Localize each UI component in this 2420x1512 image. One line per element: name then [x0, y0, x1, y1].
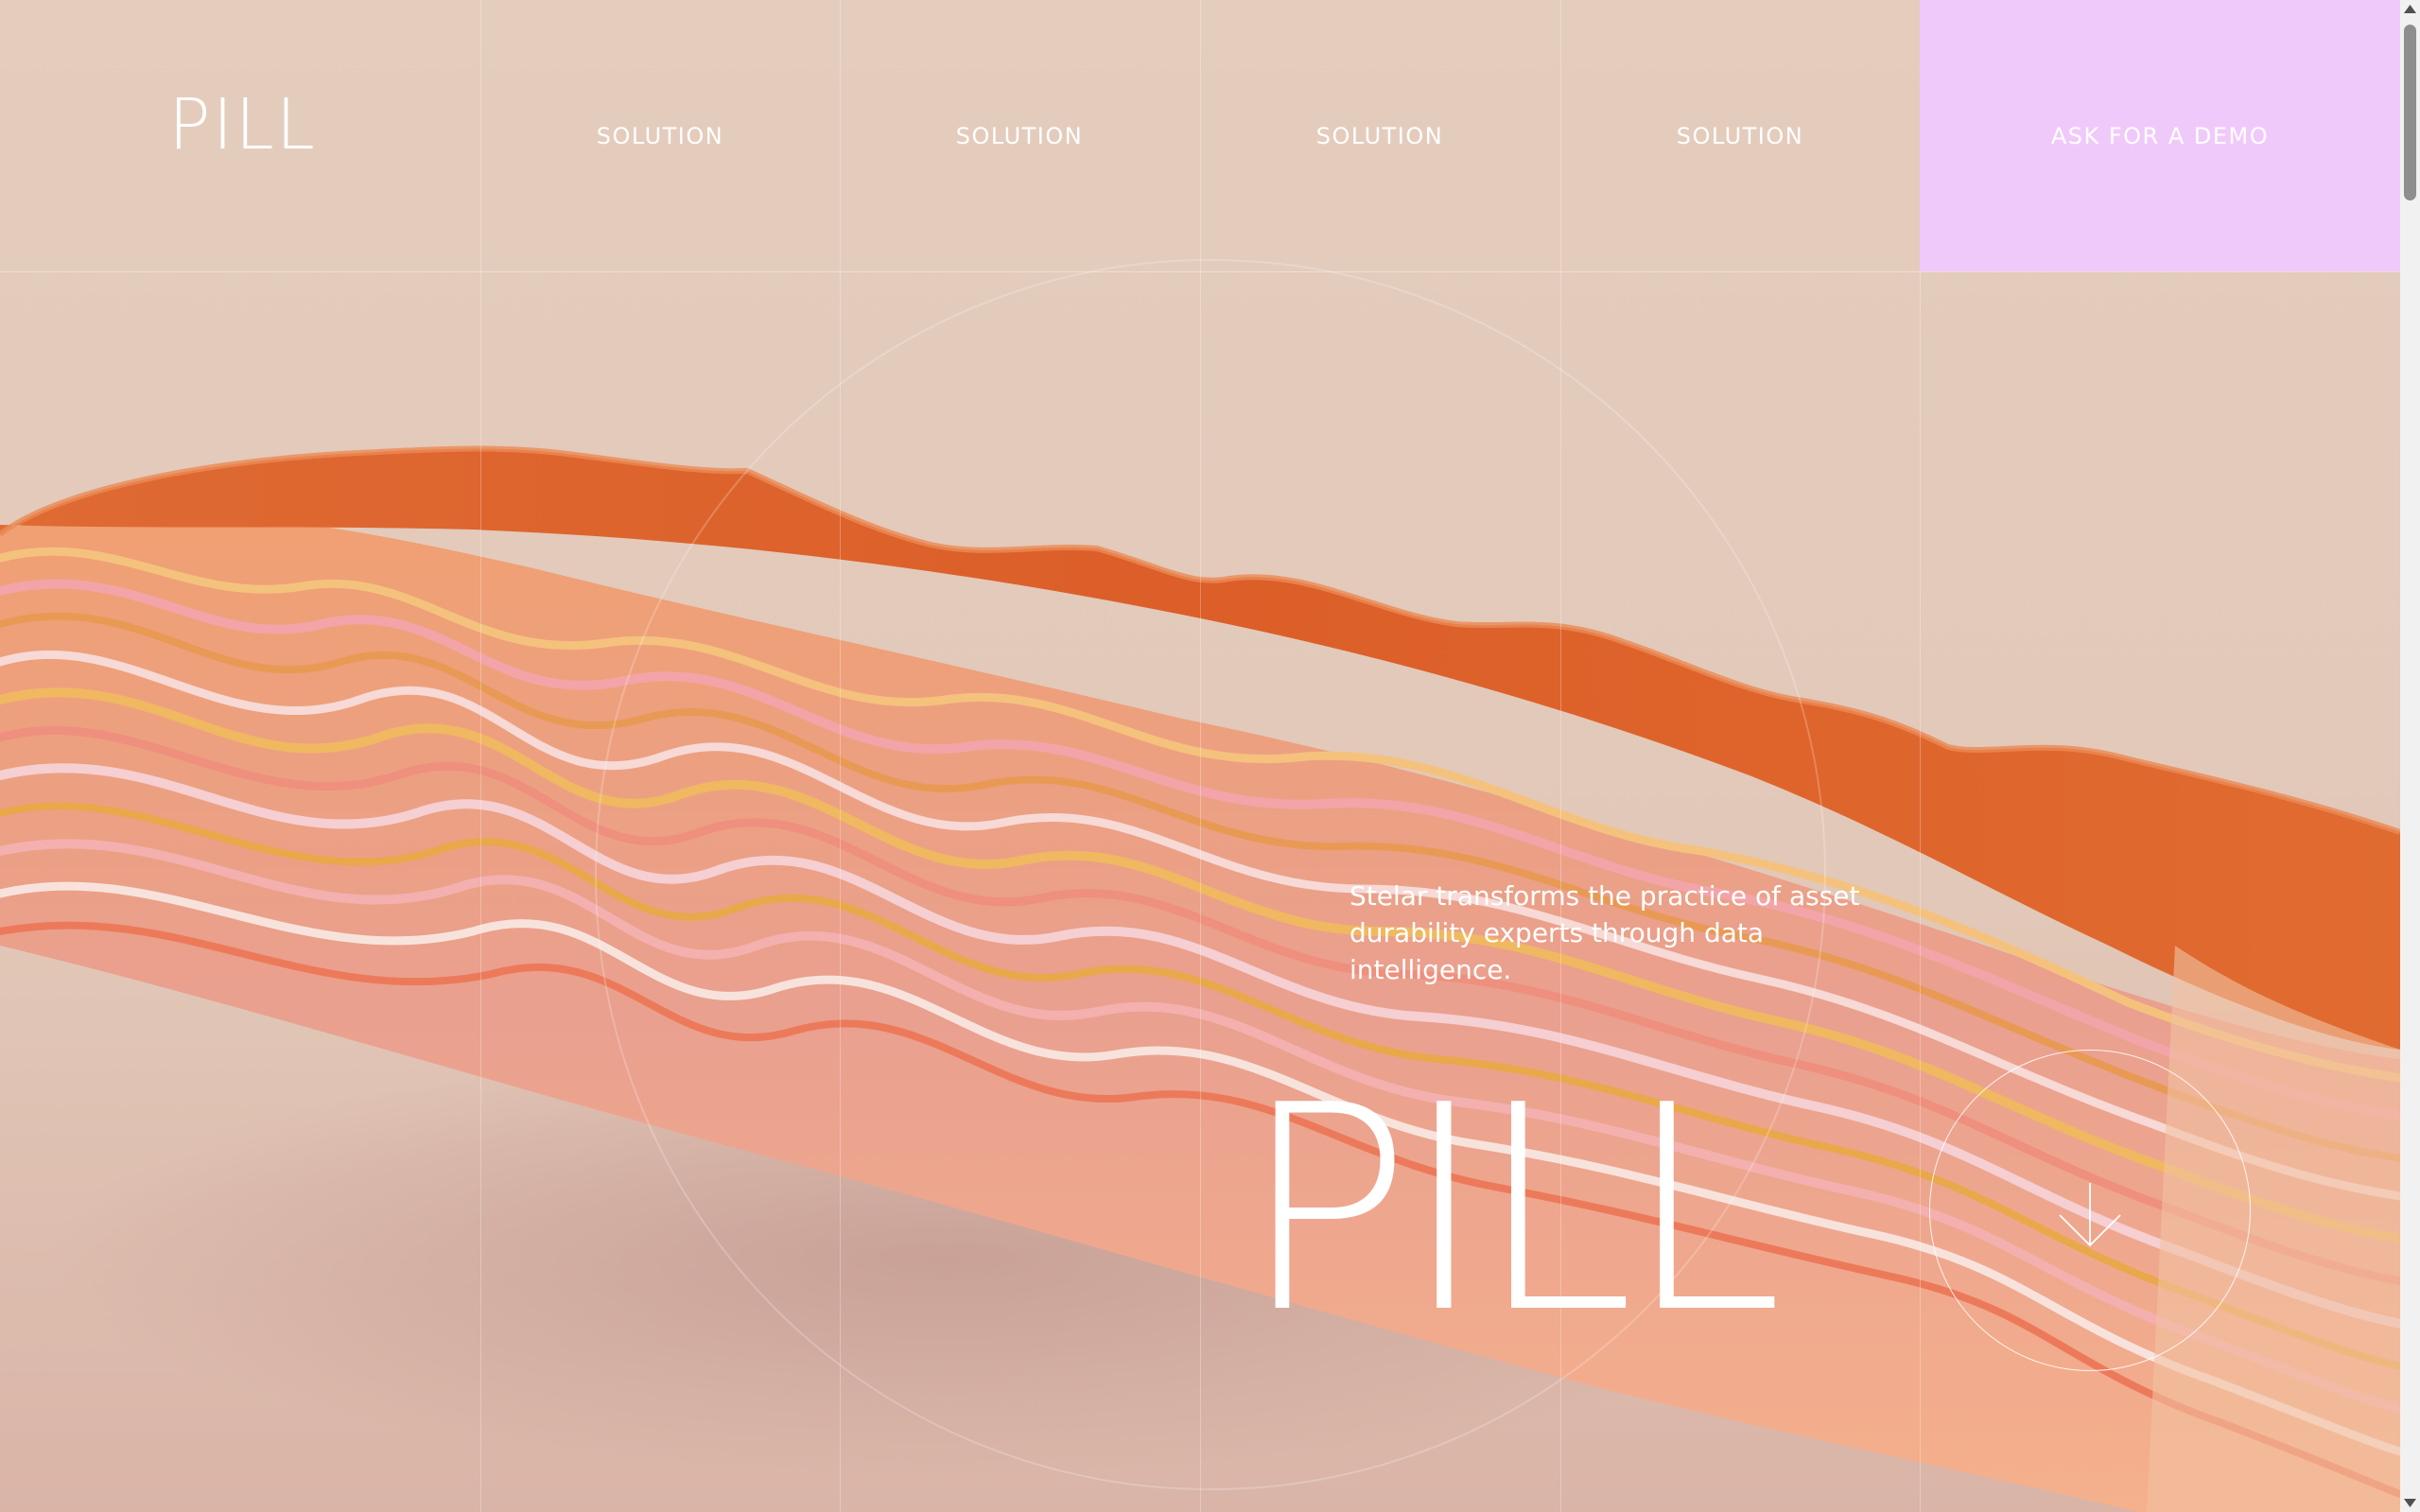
nav-item-solution-3[interactable]: SOLUTION: [1200, 123, 1559, 149]
landing-page: PILL SOLUTION SOLUTION SOLUTION SOLUTION…: [0, 0, 2420, 1512]
site-header: PILL SOLUTION SOLUTION SOLUTION SOLUTION…: [0, 0, 2400, 271]
hero-title: PILL: [1241, 1045, 1784, 1375]
logo[interactable]: PILL: [168, 90, 317, 160]
ask-for-demo-label: ASK FOR A DEMO: [2050, 123, 2270, 149]
scroll-down-arrow-icon[interactable]: [2400, 1493, 2420, 1512]
nav-item-solution-1[interactable]: SOLUTION: [480, 123, 840, 149]
scroll-down-button[interactable]: [1929, 1050, 2251, 1371]
nav-item-solution-2[interactable]: SOLUTION: [840, 123, 1199, 149]
arrow-down-icon: [2059, 1183, 2121, 1247]
scroll-up-arrow-icon[interactable]: [2400, 0, 2420, 19]
vertical-scrollbar[interactable]: [2400, 0, 2420, 1512]
hero-tagline: Stelar transforms the practice of asset …: [1349, 880, 1860, 985]
scrollbar-thumb[interactable]: [2404, 25, 2416, 200]
header-divider: [0, 271, 2400, 272]
ask-for-demo-button[interactable]: ASK FOR A DEMO: [1920, 0, 2400, 271]
nav-item-solution-4[interactable]: SOLUTION: [1560, 123, 1920, 149]
